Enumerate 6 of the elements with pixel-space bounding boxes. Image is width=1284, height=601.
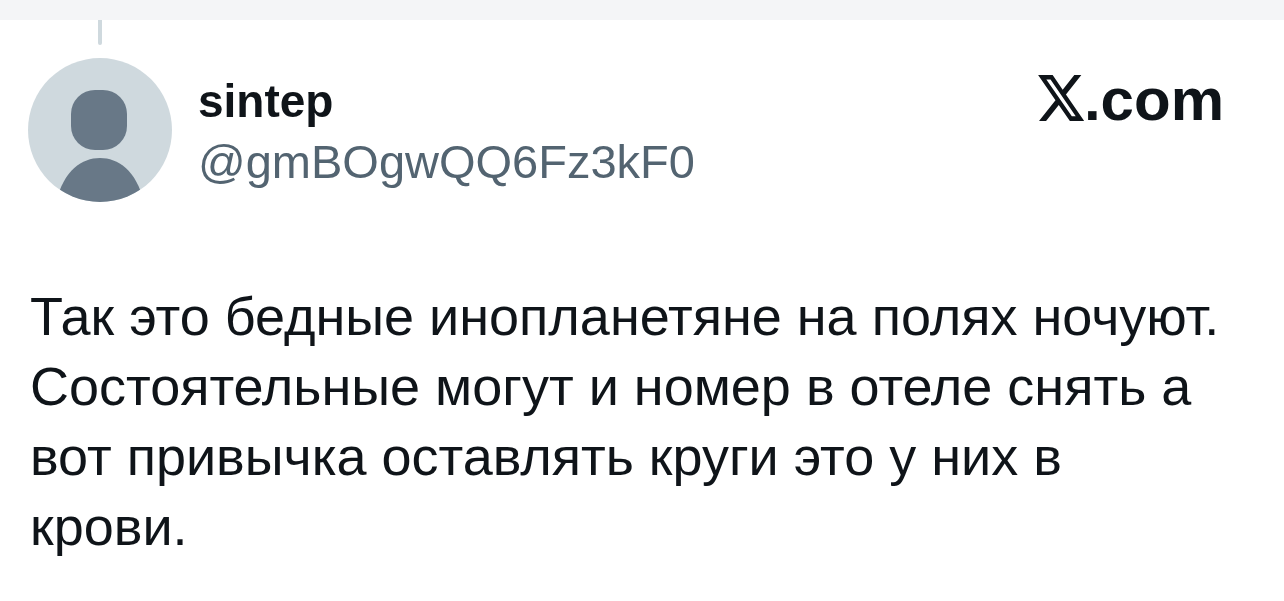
site-domain: .com: [1083, 67, 1224, 133]
author-handle[interactable]: @gmBOgwQQ6Fz3kF0: [198, 137, 695, 187]
avatar-icon[interactable]: [28, 58, 172, 202]
author-name[interactable]: sintep: [198, 76, 695, 126]
post-text: Так это бедные инопланетяне на полях ночуют. Состоятельные могут и номер в отеле снять а вот привычка оставлять круги это у них в крови.: [29, 285, 1221, 558]
x-logo-icon: [1037, 75, 1084, 121]
